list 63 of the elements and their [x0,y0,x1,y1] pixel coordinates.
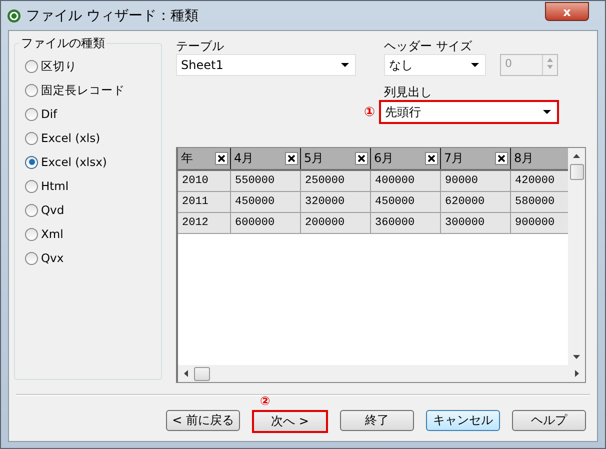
file-type-radio[interactable]: 区切り [25,54,161,78]
vertical-scrollbar[interactable] [568,148,585,365]
table-cell: 250000 [300,171,370,191]
table-cell: 320000 [300,192,370,212]
dialog-button[interactable]: キャンセル [426,410,500,431]
column-header: 7月 [444,150,464,167]
close-icon[interactable] [215,152,228,165]
column-header: 4月 [234,150,254,167]
window-title: ファイル ウィザード：種類 [26,6,198,24]
dropdown-caret-icon [471,62,479,68]
horizontal-scrollbar[interactable] [178,365,585,382]
dialog-button[interactable]: ヘルプ [512,410,586,431]
scroll-right-icon[interactable] [575,370,579,377]
table-cell: 300000 [440,213,510,233]
dropdown-caret-icon [341,62,349,68]
table-cell: 360000 [370,213,440,233]
group-label: ファイルの種類 [20,35,106,52]
column-header: 6月 [374,150,394,167]
dialog-button[interactable]: 終了 [340,410,414,431]
close-icon[interactable] [425,152,438,165]
scroll-up-icon[interactable] [573,154,580,158]
column-header-dropdown[interactable]: 先頭行 [379,100,560,124]
file-type-radio[interactable]: Excel (xlsx) [25,150,161,174]
table-cell: 450000 [370,192,440,212]
scroll-thumb[interactable] [194,366,210,380]
close-icon[interactable] [285,152,298,165]
table-cell: 450000 [230,192,300,212]
header-size-dropdown[interactable]: なし [384,54,486,76]
dialog-button[interactable]: 次へ > [252,410,328,433]
annotation-marker: ② [260,394,270,408]
column-header-label: 列見出し [384,84,433,100]
column-header: 年 [181,150,193,167]
dialog-button[interactable]: < 前に戻る [166,410,240,431]
table-cell: 620000 [440,192,510,212]
scroll-thumb[interactable] [570,164,584,180]
file-type-radio[interactable]: Dif [25,102,161,126]
table-cell: 550000 [230,171,300,191]
file-type-radio[interactable]: Excel (xls) [25,126,161,150]
table-cell: 90000 [440,171,510,191]
column-header: 5月 [304,150,324,167]
table-dropdown[interactable]: Sheet1 [176,54,356,76]
close-button[interactable]: x [545,2,589,21]
table-cell: 400000 [370,171,440,191]
table-cell-text: 2010 [181,174,210,189]
app-logo-icon [7,8,21,22]
file-type-radio[interactable]: 固定長レコード [25,78,161,102]
table-cell-text: 2011 [181,195,210,210]
close-icon[interactable] [355,152,368,165]
file-type-radio[interactable]: Qvx [25,246,161,270]
close-icon[interactable] [495,152,508,165]
header-size-label: ヘッダー サイズ [384,38,473,54]
annotation-marker: ① [364,104,376,120]
scroll-left-icon[interactable] [184,370,188,377]
table-label: テーブル [176,38,225,54]
file-type-radio[interactable]: Html [25,174,161,198]
dropdown-caret-icon [543,110,552,114]
table-cell-text: 2012 [181,216,210,231]
table-cell: 200000 [300,213,370,233]
scroll-down-icon[interactable] [573,355,580,359]
file-type-radio[interactable]: Xml [25,222,161,246]
table-cell: 600000 [230,213,300,233]
file-type-radio[interactable]: Qvd [25,198,161,222]
column-header: 8月 [514,150,534,167]
